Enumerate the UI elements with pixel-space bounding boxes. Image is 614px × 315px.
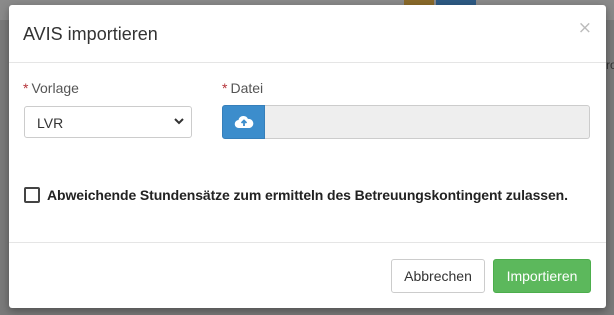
background-edge-text: ro xyxy=(606,58,614,72)
cancel-button[interactable]: Abbrechen xyxy=(391,259,485,293)
import-dialog: AVIS importieren × * Vorlage LVR * Datei A… xyxy=(9,5,606,308)
template-select-value: LVR xyxy=(37,115,64,131)
custom-rates-checkbox[interactable] xyxy=(24,187,40,203)
custom-rates-checkbox-label[interactable]: Abweichende Stundensätze zum ermitteln d… xyxy=(47,187,568,203)
file-label: * Datei xyxy=(222,80,263,96)
dialog-header: AVIS importieren × xyxy=(9,5,606,63)
required-marker: * xyxy=(23,80,29,96)
template-label: * Vorlage xyxy=(23,80,79,96)
dialog-footer: Abbrechen Importieren xyxy=(9,242,606,308)
file-path-field[interactable] xyxy=(265,105,590,139)
import-button[interactable]: Importieren xyxy=(493,259,591,293)
cloud-upload-icon xyxy=(234,115,254,129)
template-select[interactable]: LVR xyxy=(24,106,192,138)
template-label-text: Vorlage xyxy=(31,80,79,96)
file-label-text: Datei xyxy=(230,80,264,96)
upload-button[interactable] xyxy=(222,105,265,139)
close-icon[interactable]: × xyxy=(578,20,592,37)
dialog-title: AVIS importieren xyxy=(23,24,158,44)
required-marker: * xyxy=(222,80,228,96)
chevron-down-icon xyxy=(174,118,184,125)
